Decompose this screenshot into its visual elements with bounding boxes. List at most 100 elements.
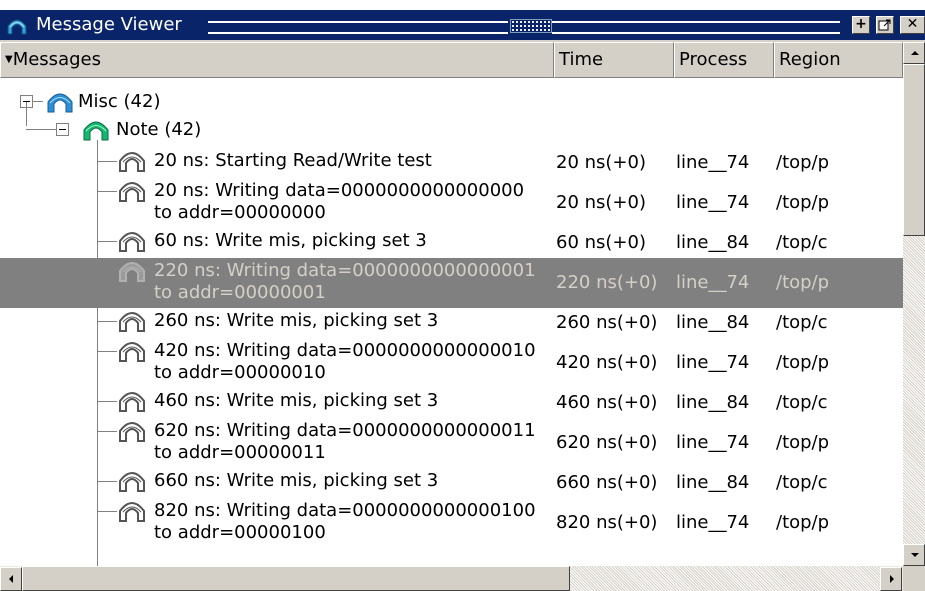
process-cell: line__74	[676, 192, 750, 213]
grip-icon[interactable]	[510, 19, 552, 33]
collapse-icon[interactable]	[56, 123, 69, 136]
column-messages-label: Messages	[12, 49, 101, 70]
process-cell: line__74	[676, 352, 750, 373]
wave-icon-blue	[46, 90, 74, 119]
region-cell: /top/p	[776, 352, 830, 373]
title-bar[interactable]: Message Viewer + ✕	[0, 10, 925, 40]
tree-connector	[97, 481, 117, 482]
wave-icon-green	[82, 118, 110, 147]
note-wave-icon	[118, 259, 146, 288]
subgroup-label: Note (42)	[116, 119, 202, 140]
region-cell: /top/c	[776, 232, 828, 253]
group-label: Misc (42)	[78, 91, 161, 112]
sort-arrow-icon: ▼	[5, 54, 13, 65]
process-cell: line__74	[676, 272, 750, 293]
message-text: 260 ns: Write mis, picking set 3	[154, 310, 439, 331]
region-cell: /top/p	[776, 192, 830, 213]
scroll-up-button[interactable]	[903, 42, 925, 64]
column-process-label: Process	[679, 49, 748, 70]
note-wave-icon	[118, 309, 146, 338]
column-region-label: Region	[779, 49, 841, 70]
time-cell: 60 ns(+0)	[556, 232, 646, 253]
time-cell: 620 ns(+0)	[556, 432, 658, 453]
process-cell: line__74	[676, 152, 750, 173]
vertical-scroll-thumb[interactable]	[903, 64, 925, 236]
tree-connector	[97, 431, 117, 432]
time-cell: 220 ns(+0)	[556, 272, 658, 293]
note-wave-icon	[118, 179, 146, 208]
note-wave-icon	[118, 229, 146, 258]
time-cell: 660 ns(+0)	[556, 472, 658, 493]
scroll-left-button[interactable]	[0, 567, 22, 591]
close-icon[interactable]: ✕	[900, 16, 925, 34]
message-row[interactable]: 20 ns: Starting Read/Write test 20 ns(+0)…	[0, 148, 903, 178]
tree-connector	[33, 101, 43, 102]
time-cell: 20 ns(+0)	[556, 152, 646, 173]
region-cell: /top/p	[776, 152, 830, 173]
process-cell: line__84	[676, 392, 750, 413]
message-text: 20 ns: Writing data=0000000000000000 to …	[154, 180, 525, 223]
column-time-label: Time	[559, 49, 604, 70]
process-cell: line__84	[676, 472, 750, 493]
note-wave-icon	[118, 149, 146, 178]
scroll-down-button[interactable]	[903, 544, 925, 566]
scroll-corner	[903, 566, 925, 591]
message-text: 220 ns: Writing data=0000000000000001 to…	[154, 260, 536, 303]
column-region[interactable]: Region	[774, 42, 903, 78]
tree-connector	[97, 191, 117, 192]
process-cell: line__84	[676, 312, 750, 333]
region-cell: /top/p	[776, 272, 830, 293]
column-time[interactable]: Time	[554, 42, 674, 78]
tree-group-misc[interactable]: Misc (42)	[0, 88, 903, 116]
message-row[interactable]: 20 ns: Writing data=0000000000000000 to …	[0, 178, 903, 228]
note-wave-icon	[118, 389, 146, 418]
column-header: ▼Messages Time Process Region	[0, 42, 903, 78]
time-cell: 20 ns(+0)	[556, 192, 646, 213]
time-cell: 260 ns(+0)	[556, 312, 658, 333]
region-cell: /top/p	[776, 432, 830, 453]
column-process[interactable]: Process	[674, 42, 774, 78]
message-row[interactable]: 60 ns: Write mis, picking set 3 60 ns(+0)…	[0, 228, 903, 258]
dock-icon[interactable]: +	[852, 16, 870, 34]
wave-icon	[6, 16, 28, 41]
message-text: 420 ns: Writing data=0000000000000010 to…	[154, 340, 536, 383]
scroll-right-button[interactable]	[880, 567, 902, 591]
message-row[interactable]: 660 ns: Write mis, picking set 3 660 ns(+…	[0, 468, 903, 498]
horizontal-scrollbar[interactable]	[0, 566, 903, 591]
drag-grip[interactable]	[208, 21, 508, 34]
tree-connector	[97, 241, 117, 242]
tree-connector	[26, 129, 56, 130]
time-cell: 460 ns(+0)	[556, 392, 658, 413]
message-text: 60 ns: Write mis, picking set 3	[154, 230, 427, 251]
region-cell: /top/p	[776, 512, 830, 533]
process-cell: line__84	[676, 232, 750, 253]
message-row[interactable]: 220 ns: Writing data=0000000000000001 to…	[0, 258, 903, 308]
tree-connector	[97, 161, 117, 162]
message-text: 660 ns: Write mis, picking set 3	[154, 470, 439, 491]
note-wave-icon	[118, 469, 146, 498]
tree-connector	[97, 271, 117, 272]
process-cell: line__74	[676, 432, 750, 453]
drag-grip-right[interactable]	[552, 21, 840, 34]
horizontal-scroll-thumb[interactable]	[22, 566, 570, 591]
tree-connector	[97, 401, 117, 402]
note-wave-icon	[118, 339, 146, 368]
vertical-scrollbar[interactable]	[903, 42, 925, 566]
message-row[interactable]: 820 ns: Writing data=0000000000000100 to…	[0, 498, 903, 548]
message-row[interactable]: 260 ns: Write mis, picking set 3 260 ns(+…	[0, 308, 903, 338]
message-row[interactable]: 620 ns: Writing data=0000000000000011 to…	[0, 418, 903, 468]
column-messages[interactable]: ▼Messages	[0, 42, 554, 78]
tree-group-note[interactable]: Note (42)	[0, 102, 903, 147]
message-text: 820 ns: Writing data=0000000000000100 to…	[154, 500, 536, 543]
time-cell: 420 ns(+0)	[556, 352, 658, 373]
message-row[interactable]: 420 ns: Writing data=0000000000000010 to…	[0, 338, 903, 388]
message-text: 20 ns: Starting Read/Write test	[154, 150, 432, 171]
undock-icon[interactable]	[876, 16, 894, 34]
top-strip	[0, 0, 925, 10]
message-row[interactable]: 460 ns: Write mis, picking set 3 460 ns(+…	[0, 388, 903, 418]
message-text: 620 ns: Writing data=0000000000000011 to…	[154, 420, 536, 463]
message-list[interactable]: Misc (42) Note (42) 20 ns: Starting Read…	[0, 78, 903, 566]
process-cell: line__74	[676, 512, 750, 533]
note-wave-icon	[118, 419, 146, 448]
message-text: 460 ns: Write mis, picking set 3	[154, 390, 439, 411]
